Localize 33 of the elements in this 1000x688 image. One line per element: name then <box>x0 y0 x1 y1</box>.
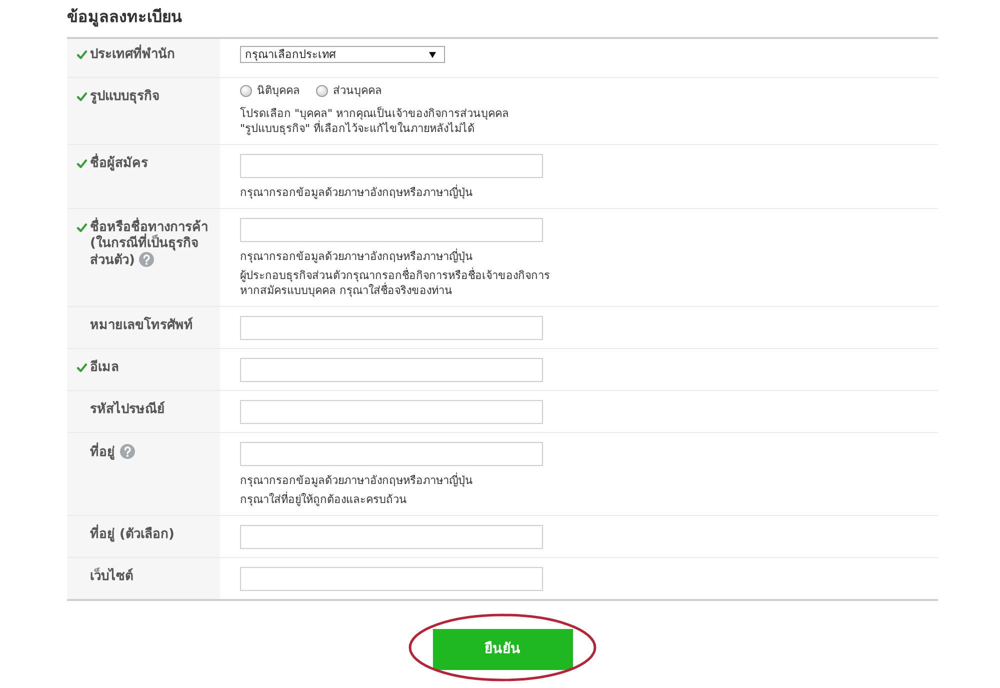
text-input[interactable] <box>240 442 543 466</box>
radio-label[interactable]: ส่วนบุคคล <box>333 84 382 98</box>
text-input[interactable] <box>240 154 543 178</box>
field-label: ที่อยู่ <box>90 445 115 460</box>
field-label: เว็บไซต์ <box>90 569 133 584</box>
hint-text: หากสมัครแบบบุคคล กรุณาใส่ชื่อจริงของท่าน <box>240 283 454 298</box>
field-label: อีเมล <box>90 360 119 375</box>
field-label: หมายเลขโทรศัพท์ <box>90 318 193 333</box>
text-input[interactable] <box>240 316 543 340</box>
hint-text: "รูปแบบธุรกิจ" ที่เลือกไว้จะแก้ไขในภายหลังไม่ได้ <box>240 121 476 136</box>
field-label: ชื่อหรือชื่อทางการค้า (ในกรณีที่เป็นธุรกิจส่วนตัว) <box>90 220 208 268</box>
hint-text: ผู้ประกอบธุรกิจส่วนตัวกรุณากรอกชื่อกิจการหรือชื่อเจ้าของกิจการ <box>240 268 551 282</box>
hint-text: กรุณากรอกข้อมูลด้วยภาษาอังกฤษหรือภาษาญี่ปุ่น <box>240 473 474 488</box>
text-input[interactable] <box>240 567 543 591</box>
radio-button[interactable] <box>316 85 328 97</box>
hint-text: กรุณากรอกข้อมูลด้วยภาษาอังกฤษหรือภาษาญี่ปุ่น <box>240 185 474 200</box>
field-label: ที่อยู่ (ตัวเลือก) <box>90 527 174 542</box>
field-label: รูปแบบธุรกิจ <box>90 89 160 104</box>
hint-text: กรุณาใส่ที่อยู่ให้ถูกต้องและครบถ้วน <box>240 492 408 507</box>
text-input[interactable] <box>240 218 543 242</box>
radio-label[interactable]: นิติบุคคล <box>257 84 300 98</box>
text-input[interactable] <box>240 358 543 382</box>
field-label: รหัสไปรษณีย์ <box>90 402 165 417</box>
text-input[interactable] <box>240 525 543 549</box>
country-select[interactable]: กรุณาเลือกประเทศ <box>240 46 445 63</box>
field-label: ประเทศที่พำนัก <box>90 47 175 62</box>
hint-text: โปรดเลือก "บุคคล" หากคุณเป็นเจ้าของกิจการส่วนบุคคล <box>240 106 510 120</box>
form-title: ข้อมูลลงทะเบียน <box>67 6 183 29</box>
caret-icon <box>429 52 436 58</box>
field-label: ชื่อผู้สมัคร <box>90 156 148 171</box>
radio-button[interactable] <box>240 85 252 97</box>
hint-text: กรุณากรอกข้อมูลด้วยภาษาอังกฤษหรือภาษาญี่ปุ่น <box>240 249 474 264</box>
text-input[interactable] <box>240 400 543 424</box>
